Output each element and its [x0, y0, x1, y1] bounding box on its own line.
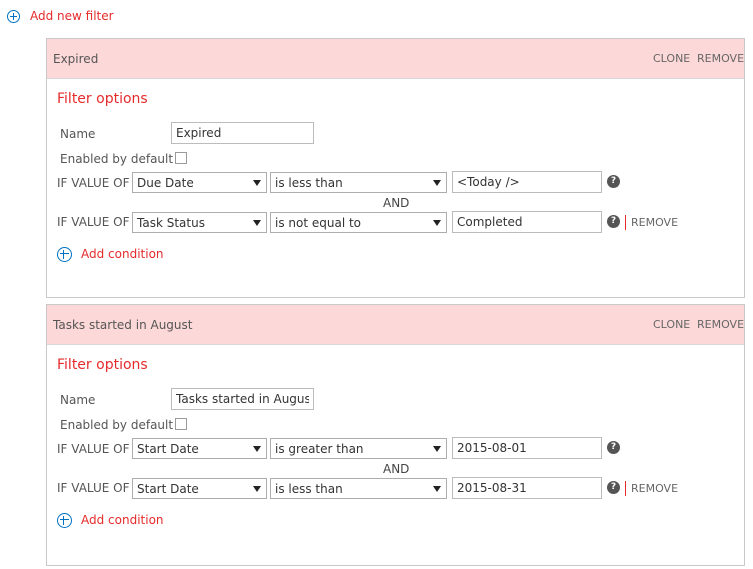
- chevron-down-icon: [433, 446, 441, 452]
- plus-circle-icon: [57, 513, 72, 528]
- filter-panel-expired: Expired CLONE REMOVE Filter options Name…: [46, 38, 745, 298]
- remove-filter-button[interactable]: REMOVE: [697, 52, 744, 65]
- if-value-of-label: IF VALUE OF: [57, 176, 130, 190]
- remove-condition-button[interactable]: REMOVE: [631, 482, 678, 495]
- condition-field-select[interactable]: Due Date: [132, 172, 267, 193]
- condition-operator-select[interactable]: is greater than: [270, 438, 447, 459]
- condition-operator-select[interactable]: is less than: [270, 172, 447, 193]
- add-new-filter-label: Add new filter: [30, 9, 114, 23]
- divider: [625, 215, 626, 230]
- condition-operator-select[interactable]: is not equal to: [270, 212, 447, 233]
- enabled-by-default-checkbox[interactable]: [175, 152, 187, 164]
- clone-filter-button[interactable]: CLONE: [653, 318, 690, 331]
- filter-title: Expired: [53, 52, 99, 66]
- condition-operator-value: is not equal to: [275, 216, 362, 230]
- enabled-by-default-label: Enabled by default: [60, 152, 174, 166]
- filter-options-title: Filter options: [57, 91, 148, 107]
- chevron-down-icon: [433, 180, 441, 186]
- name-label: Name: [60, 127, 96, 141]
- condition-field-select[interactable]: Task Status: [132, 212, 267, 233]
- condition-operator-select[interactable]: is less than: [270, 478, 447, 499]
- name-label: Name: [60, 393, 96, 407]
- and-label: AND: [383, 196, 410, 210]
- help-icon[interactable]: ?: [607, 441, 620, 454]
- add-condition-label: Add condition: [81, 513, 164, 527]
- chevron-down-icon: [253, 220, 261, 226]
- chevron-down-icon: [433, 486, 441, 492]
- filter-header: Expired CLONE REMOVE: [47, 39, 744, 79]
- condition-operator-value: is less than: [275, 482, 343, 496]
- remove-filter-button[interactable]: REMOVE: [697, 318, 744, 331]
- if-value-of-label: IF VALUE OF: [57, 442, 130, 456]
- chevron-down-icon: [253, 486, 261, 492]
- chevron-down-icon: [253, 446, 261, 452]
- add-condition-label: Add condition: [81, 247, 164, 261]
- condition-field-value: Task Status: [137, 216, 205, 230]
- condition-operator-value: is less than: [275, 176, 343, 190]
- chevron-down-icon: [433, 220, 441, 226]
- help-icon[interactable]: ?: [607, 215, 620, 228]
- condition-field-value: Due Date: [137, 176, 194, 190]
- divider: [625, 481, 626, 496]
- condition-value-input[interactable]: [452, 171, 602, 193]
- help-icon[interactable]: ?: [607, 481, 620, 494]
- enabled-by-default-label: Enabled by default: [60, 418, 174, 432]
- chevron-down-icon: [253, 180, 261, 186]
- plus-circle-icon: [57, 247, 72, 262]
- condition-value-input[interactable]: [452, 477, 602, 499]
- plus-circle-icon: [7, 10, 20, 23]
- filter-panel-tasks-started-in-august: Tasks started in August CLONE REMOVE Fil…: [46, 304, 745, 566]
- condition-value-input[interactable]: [452, 211, 602, 233]
- condition-field-value: Start Date: [137, 482, 199, 496]
- help-icon[interactable]: ?: [607, 175, 620, 188]
- if-value-of-label: IF VALUE OF: [57, 215, 130, 229]
- condition-value-input[interactable]: [452, 437, 602, 459]
- add-condition-link[interactable]: Add condition: [57, 512, 177, 528]
- condition-operator-value: is greater than: [275, 442, 364, 456]
- enabled-by-default-checkbox[interactable]: [175, 418, 187, 430]
- filter-name-input[interactable]: [171, 122, 314, 144]
- condition-field-value: Start Date: [137, 442, 199, 456]
- condition-field-select[interactable]: Start Date: [132, 478, 267, 499]
- and-label: AND: [383, 462, 410, 476]
- condition-field-select[interactable]: Start Date: [132, 438, 267, 459]
- filter-header: Tasks started in August CLONE REMOVE: [47, 305, 744, 345]
- filter-title: Tasks started in August: [53, 318, 193, 332]
- clone-filter-button[interactable]: CLONE: [653, 52, 690, 65]
- filter-options-title: Filter options: [57, 357, 148, 373]
- add-condition-link[interactable]: Add condition: [57, 246, 177, 262]
- add-new-filter-link[interactable]: Add new filter: [7, 9, 117, 25]
- if-value-of-label: IF VALUE OF: [57, 481, 130, 495]
- filter-name-input[interactable]: [171, 388, 314, 410]
- remove-condition-button[interactable]: REMOVE: [631, 216, 678, 229]
